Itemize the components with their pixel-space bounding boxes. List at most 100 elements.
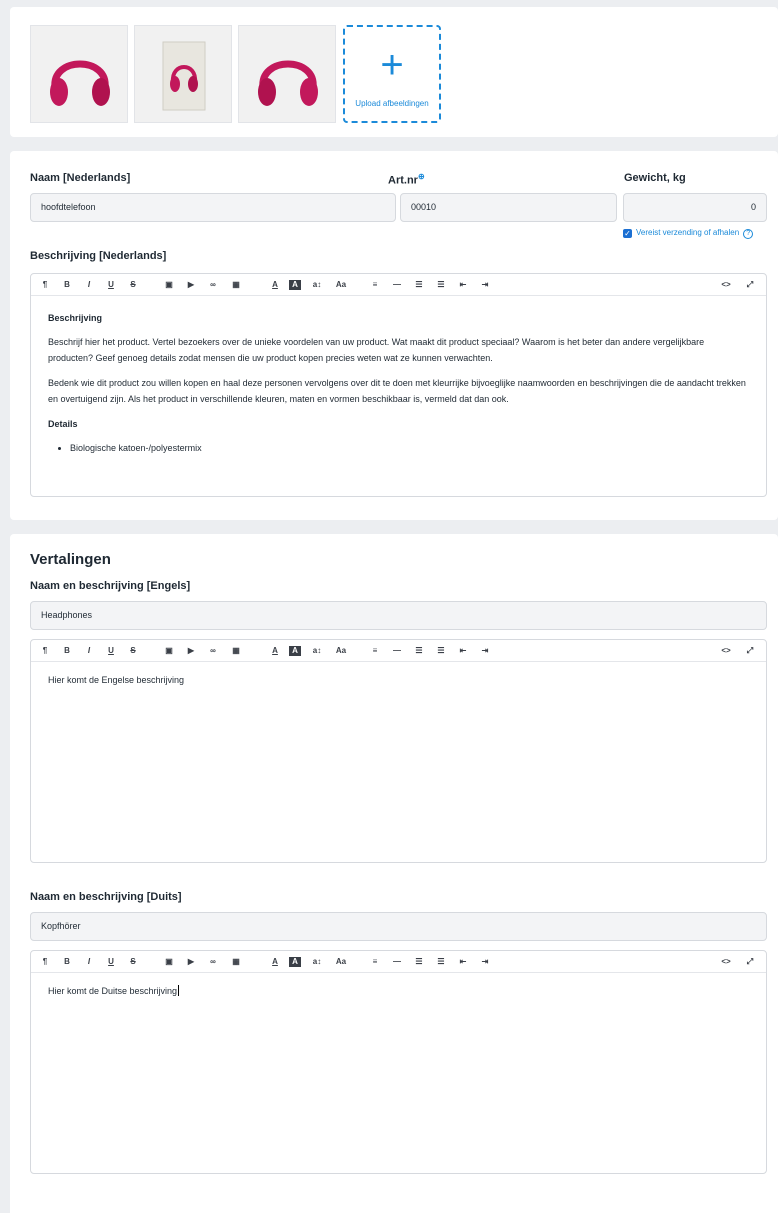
shipping-checkbox[interactable]: ✓	[623, 229, 632, 238]
plus-circle-icon[interactable]: ⊕	[418, 172, 425, 181]
background-color-icon[interactable]: A	[289, 646, 301, 656]
font-family-icon[interactable]: Aa	[333, 274, 349, 296]
shipping-checkbox-row: ✓ Vereist verzending of afhalen?	[623, 228, 754, 239]
help-icon[interactable]: ?	[743, 229, 754, 239]
outdent-icon[interactable]: ⇤	[457, 951, 469, 973]
german-description-text: Hier komt de Duitse beschrijving	[48, 986, 178, 996]
details-list: Biologische katoen-/polyestermix	[60, 440, 749, 456]
font-color-icon[interactable]: A	[269, 274, 281, 296]
product-details-card: Naam [Nederlands] hoofdtelefoon Art.nr⊕ …	[10, 151, 778, 520]
boxed-headphones-image	[162, 41, 206, 111]
bold-icon[interactable]: B	[61, 640, 73, 662]
headphones-image	[50, 60, 110, 106]
artnr-label-text: Art.nr	[388, 174, 418, 187]
text-cursor	[178, 985, 180, 996]
align-icon[interactable]: ≡	[369, 951, 381, 973]
font-size-icon[interactable]: a↕	[309, 951, 325, 973]
german-description-paragraph: Hier komt de Duitse beschrijving	[48, 983, 749, 999]
product-image-thumbnail[interactable]	[238, 25, 336, 123]
indent-icon[interactable]: ⇥	[479, 274, 491, 296]
weight-input[interactable]: 0	[623, 193, 767, 222]
details-heading: Details	[48, 419, 78, 429]
description-editor[interactable]: ¶ B I U S ▣ ▶ ∞ ▦ A A a↕ Aa ≡ — ☰ ☰ ⇤ ⇥ …	[30, 273, 767, 497]
code-view-icon[interactable]: <>	[719, 951, 733, 973]
paragraph-icon[interactable]: ¶	[39, 274, 51, 296]
link-icon[interactable]: ∞	[206, 640, 220, 662]
underline-icon[interactable]: U	[105, 640, 117, 662]
image-icon[interactable]: ▣	[163, 640, 175, 662]
editor-content[interactable]: Hier komt de Duitse beschrijving	[31, 973, 766, 1018]
indent-icon[interactable]: ⇥	[479, 951, 491, 973]
outdent-icon[interactable]: ⇤	[457, 274, 469, 296]
numbered-list-icon[interactable]: ☰	[435, 274, 447, 296]
image-icon[interactable]: ▣	[163, 951, 175, 973]
strikethrough-icon[interactable]: S	[127, 951, 139, 973]
product-image-thumbnail[interactable]	[134, 25, 232, 123]
horizontal-rule-icon[interactable]: —	[391, 951, 403, 973]
italic-icon[interactable]: I	[83, 274, 95, 296]
german-description-editor[interactable]: ¶ B I U S ▣ ▶ ∞ ▦ A A a↕ Aa ≡ — ☰ ☰ ⇤ ⇥ …	[30, 950, 767, 1174]
bullet-list-icon[interactable]: ☰	[413, 274, 425, 296]
font-color-icon[interactable]: A	[269, 640, 281, 662]
fullscreen-icon[interactable]: ⤢	[743, 640, 757, 662]
translations-card: Vertalingen Naam en beschrijving [Engels…	[10, 534, 778, 1213]
upload-images-button[interactable]: + Upload afbeeldingen	[343, 25, 441, 123]
table-icon[interactable]: ▦	[230, 640, 242, 662]
font-size-icon[interactable]: a↕	[309, 274, 325, 296]
font-family-icon[interactable]: Aa	[333, 640, 349, 662]
artnr-input[interactable]: 00010	[400, 193, 617, 222]
horizontal-rule-icon[interactable]: —	[391, 640, 403, 662]
outdent-icon[interactable]: ⇤	[457, 640, 469, 662]
strikethrough-icon[interactable]: S	[127, 274, 139, 296]
artnr-label: Art.nr⊕	[388, 172, 425, 187]
background-color-icon[interactable]: A	[289, 280, 301, 290]
image-icon[interactable]: ▣	[163, 274, 175, 296]
font-family-icon[interactable]: Aa	[333, 951, 349, 973]
numbered-list-icon[interactable]: ☰	[435, 640, 447, 662]
table-icon[interactable]: ▦	[230, 951, 242, 973]
italic-icon[interactable]: I	[83, 640, 95, 662]
link-icon[interactable]: ∞	[206, 951, 220, 973]
bold-icon[interactable]: B	[61, 274, 73, 296]
align-icon[interactable]: ≡	[369, 640, 381, 662]
horizontal-rule-icon[interactable]: —	[391, 274, 403, 296]
headphones-image	[258, 60, 318, 106]
german-label: Naam en beschrijving [Duits]	[30, 891, 182, 903]
align-icon[interactable]: ≡	[369, 274, 381, 296]
font-size-icon[interactable]: a↕	[309, 640, 325, 662]
bullet-list-icon[interactable]: ☰	[413, 951, 425, 973]
table-icon[interactable]: ▦	[230, 274, 242, 296]
editor-content[interactable]: Beschrijving Beschrijf hier het product.…	[31, 296, 766, 466]
underline-icon[interactable]: U	[105, 274, 117, 296]
german-name-input[interactable]: Kopfhörer	[30, 912, 767, 941]
left-edge	[0, 0, 9, 1213]
italic-icon[interactable]: I	[83, 951, 95, 973]
paragraph-icon[interactable]: ¶	[39, 640, 51, 662]
editor-toolbar: ¶ B I U S ▣ ▶ ∞ ▦ A A a↕ Aa ≡ — ☰ ☰ ⇤ ⇥ …	[31, 640, 766, 662]
video-icon[interactable]: ▶	[185, 951, 197, 973]
bold-icon[interactable]: B	[61, 951, 73, 973]
product-image-thumbnail[interactable]	[30, 25, 128, 123]
english-description-text: Hier komt de Engelse beschrijving	[48, 675, 185, 685]
code-view-icon[interactable]: <>	[719, 274, 733, 296]
font-color-icon[interactable]: A	[269, 951, 281, 973]
english-name-input[interactable]: Headphones	[30, 601, 767, 630]
video-icon[interactable]: ▶	[185, 640, 197, 662]
name-input[interactable]: hoofdtelefoon	[30, 193, 396, 222]
english-description-editor[interactable]: ¶ B I U S ▣ ▶ ∞ ▦ A A a↕ Aa ≡ — ☰ ☰ ⇤ ⇥ …	[30, 639, 767, 863]
background-color-icon[interactable]: A	[289, 957, 301, 967]
link-icon[interactable]: ∞	[206, 274, 220, 296]
code-view-icon[interactable]: <>	[719, 640, 733, 662]
video-icon[interactable]: ▶	[185, 274, 197, 296]
bullet-list-icon[interactable]: ☰	[413, 640, 425, 662]
indent-icon[interactable]: ⇥	[479, 640, 491, 662]
fullscreen-icon[interactable]: ⤢	[743, 951, 757, 973]
editor-content[interactable]: Hier komt de Engelse beschrijving	[31, 662, 766, 707]
underline-icon[interactable]: U	[105, 951, 117, 973]
paragraph-icon[interactable]: ¶	[39, 951, 51, 973]
fullscreen-icon[interactable]: ⤢	[743, 274, 757, 296]
strikethrough-icon[interactable]: S	[127, 640, 139, 662]
name-label: Naam [Nederlands]	[30, 172, 131, 184]
description-label: Beschrijving [Nederlands]	[30, 250, 167, 262]
numbered-list-icon[interactable]: ☰	[435, 951, 447, 973]
